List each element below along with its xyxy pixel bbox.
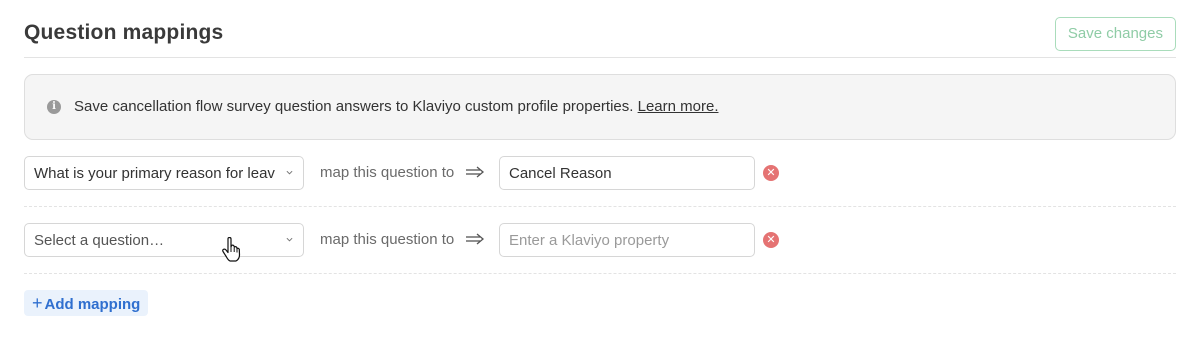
info-banner: i Save cancellation flow survey question…	[24, 74, 1176, 140]
chevron-down-icon	[286, 170, 293, 175]
learn-more-link[interactable]: Learn more.	[638, 98, 719, 115]
double-arrow-right-icon	[466, 166, 485, 178]
save-changes-button[interactable]: Save changes	[1054, 17, 1176, 51]
banner-text: Save cancellation flow survey question a…	[74, 98, 718, 115]
mapping-row: What is your primary reason for leav map…	[24, 140, 1176, 207]
klaviyo-property-input[interactable]	[499, 156, 755, 190]
remove-mapping-icon[interactable]: ✕	[763, 165, 779, 181]
mapping-row: Select a question… map this question to …	[24, 207, 1176, 274]
question-select-value: What is your primary reason for leav	[34, 165, 275, 182]
hand-pointer-cursor-icon	[222, 237, 241, 262]
info-icon: i	[47, 100, 61, 114]
plus-icon: +	[32, 293, 43, 313]
klaviyo-property-input[interactable]	[499, 223, 755, 257]
add-mapping-label: Add mapping	[44, 296, 141, 313]
chevron-down-icon	[286, 237, 293, 242]
map-label: map this question to	[320, 231, 455, 248]
page-title: Question mappings	[24, 21, 224, 44]
question-select[interactable]: Select a question…	[24, 223, 304, 257]
map-label: map this question to	[320, 164, 455, 181]
question-select[interactable]: What is your primary reason for leav	[24, 156, 304, 190]
double-arrow-right-icon	[466, 233, 485, 245]
add-mapping-button[interactable]: + Add mapping	[24, 290, 149, 316]
page-header: Question mappings Save changes	[24, 0, 1176, 58]
remove-mapping-icon[interactable]: ✕	[763, 232, 779, 248]
banner-message: Save cancellation flow survey question a…	[74, 98, 638, 115]
